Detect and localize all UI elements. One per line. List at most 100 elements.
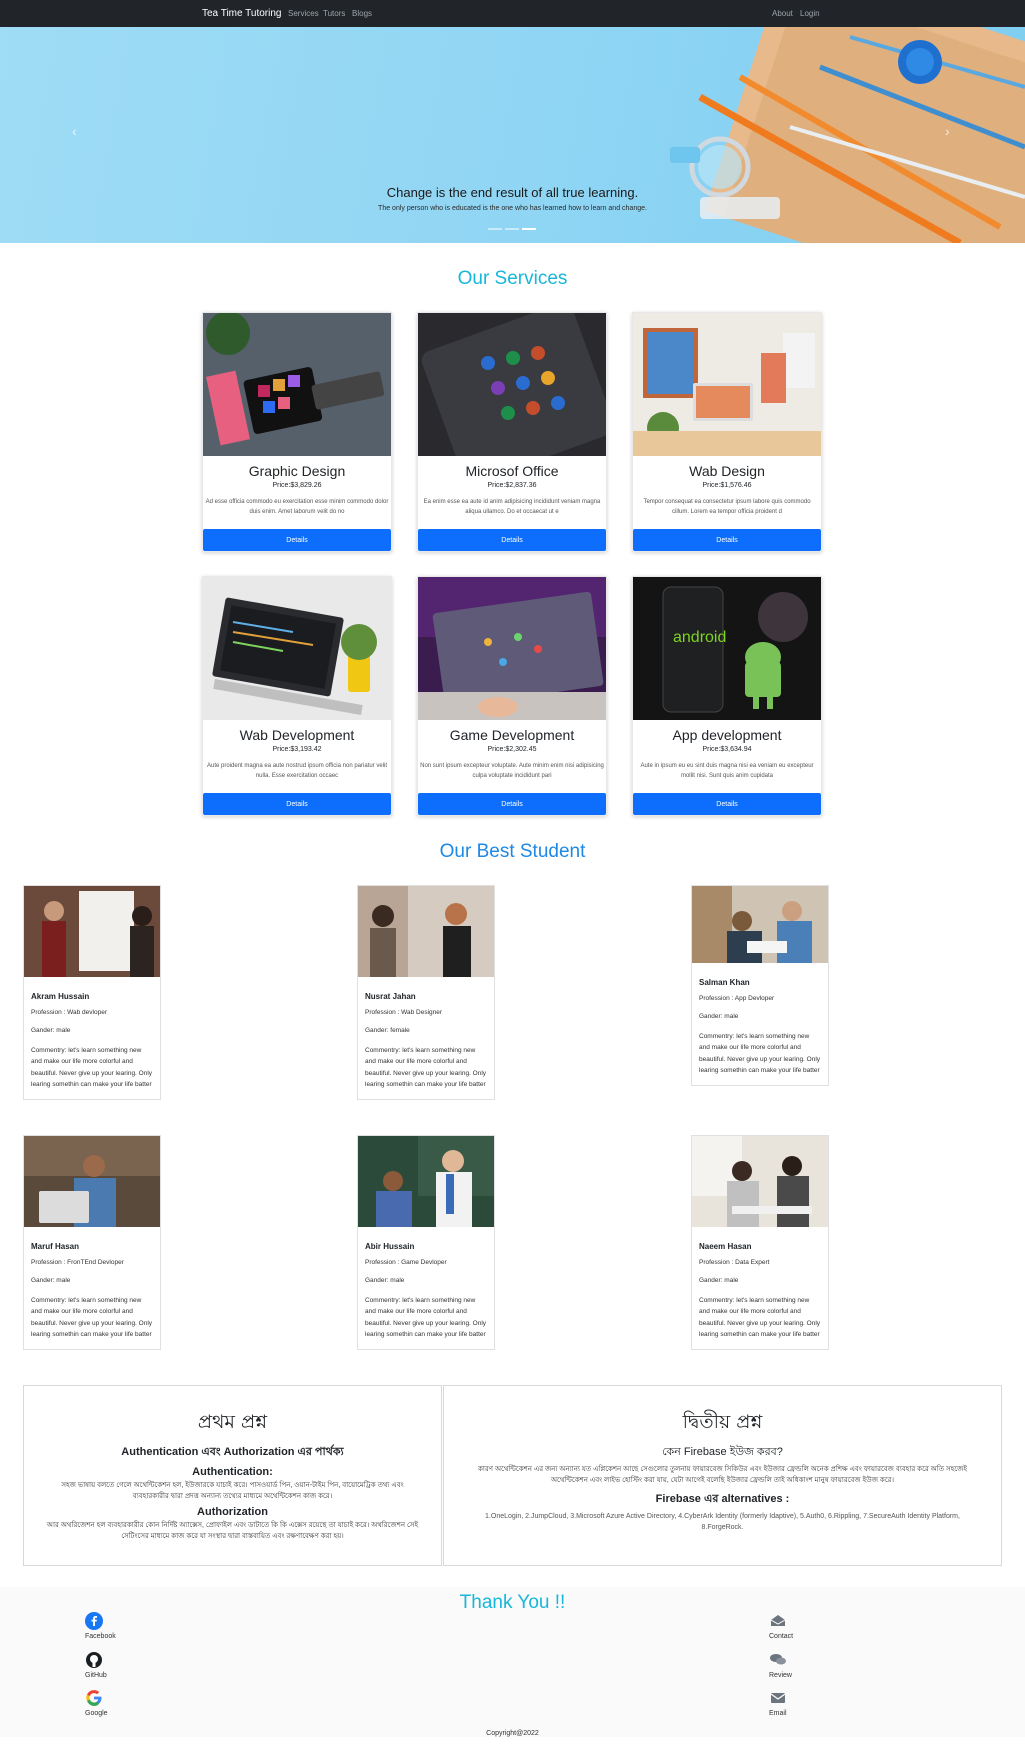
details-button[interactable]: Details [633,793,821,815]
student-photo [24,1136,160,1227]
qa-text: সহজ ভাষায় বলতে গেলে অথেন্টিকেশন হল, ইউজ… [61,1482,404,1500]
nav-link-services[interactable]: Services [288,9,319,18]
student-gender: Gander: male [31,1027,71,1034]
social-label: GitHub [85,1672,107,1679]
brand-link[interactable]: Tea Time Tutoring [202,8,281,19]
student-photo [358,886,494,977]
nav-link-login[interactable]: Login [800,9,820,18]
service-image-microsoft-office [418,302,615,484]
service-card: Wab Design Price:$1,576.46 Tempor conseq… [632,312,822,552]
hero-carousel: ‹ › Change is the end result of all true… [0,27,1025,243]
carousel-next-arrow[interactable]: › [945,123,950,139]
student-name: Maruf Hasan [31,1242,80,1251]
review-icon [770,1654,786,1665]
qa-subheading: Authentication: [192,1466,273,1478]
student-comment: Commentry: let's learn something new and… [699,1297,821,1339]
contact-icon [770,1615,786,1626]
student-photo [358,1136,494,1227]
carousel-indicator-3[interactable] [522,228,536,230]
students-title: Our Best Student [439,841,586,862]
qa-heading: দ্বিতীয় প্রশ্ন [682,1411,763,1433]
student-name: Abir Hussain [365,1242,415,1251]
student-name: Salman Khan [699,978,750,987]
service-card: Graphic Design Price:$3,829.26 Ad esse o… [202,311,392,552]
details-button[interactable]: Details [418,793,606,815]
service-description: Aute in ipsum eu eu sint duis magna nisi… [640,763,814,779]
service-name: Wab Development [239,727,355,743]
service-image-web-design [633,313,821,456]
footer-link-label: Contact [769,1633,794,1640]
service-image-web-development [203,577,391,720]
service-card: Microsof Office Price:$2,837.36 Ea enim … [417,302,615,552]
service-card: Game Development Price:$2,302.45 Non sun… [417,576,607,816]
footer-link-label: Review [769,1672,792,1679]
service-card: android App development Price:$3,634.94 … [632,576,822,816]
service-description: Aute proident magna ea aute nostrud ipsu… [207,763,387,779]
footer-link-email[interactable]: Email [769,1689,787,1717]
footer-link-contact[interactable]: Contact [769,1612,793,1640]
student-name: Nusrat Jahan [365,992,416,1001]
services-title: Our Services [457,268,568,289]
student-gender: Gander: male [365,1277,405,1284]
student-comment: Commentry: let's learn something new and… [365,1047,487,1089]
google-icon [86,1690,102,1706]
hero-title: Change is the end result of all true lea… [386,185,639,200]
service-description: Tempor consequat ea consectetur ipsum la… [643,499,811,515]
student-comment: Commentry: let's learn something new and… [365,1297,487,1339]
svg-text:android: android [673,629,726,646]
student-comment: Commentry: let's learn something new and… [31,1047,153,1089]
nav-link-blogs[interactable]: Blogs [352,9,372,18]
qa-card-second: দ্বিতীয় প্রশ্ন কেন Firebase ইউজ করব? কা… [443,1385,1002,1566]
carousel-prev-arrow[interactable]: ‹ [72,123,77,139]
student-gender: Gander: female [365,1027,410,1034]
service-price: Price:$1,576.46 [702,482,752,489]
service-name: Game Development [449,727,575,743]
details-button[interactable]: Details [633,529,821,551]
qa-subheading: Firebase এর alternatives : [655,1493,790,1505]
service-price: Price:$2,837.36 [487,482,537,489]
student-gender: Gander: male [699,1013,739,1020]
details-button[interactable]: Details [203,793,391,815]
student-card: Naeem Hasan Profession : Data Expert Gan… [691,1135,829,1350]
student-card: Nusrat Jahan Profession : Wab Designer G… [357,885,495,1100]
hero-subtitle: The only person who is educated is the o… [378,205,647,212]
service-price: Price:$3,829.26 [272,482,322,489]
carousel-indicator-1[interactable] [488,228,502,230]
student-gender: Gander: male [699,1277,739,1284]
qa-text: 1.OneLogin, 2.JumpCloud, 3.Microsoft Azu… [485,1513,960,1531]
details-button[interactable]: Details [203,529,391,551]
details-button[interactable]: Details [418,529,606,551]
student-profession: Profession : Game Devloper [365,1259,447,1266]
qa-card-first: প্রথম প্রশ্ন Authentication এবং Authoriz… [23,1385,442,1566]
student-name: Naeem Hasan [699,1242,752,1251]
service-name: Microsof Office [465,463,559,479]
service-name: App development [672,727,782,743]
student-card: Akram Hussain Profession : Wab devloper … [23,885,161,1100]
footer-link-review[interactable]: Review [769,1651,792,1679]
qa-heading: প্রথম প্রশ্ন [197,1411,268,1433]
facebook-icon [85,1612,103,1630]
service-name: Wab Design [689,463,765,479]
social-link-github[interactable]: GitHub [85,1651,107,1679]
social-label: Google [85,1710,108,1717]
student-comment: Commentry: let's learn something new and… [699,1033,821,1075]
service-price: Price:$3,193.42 [272,746,322,753]
qa-question: Authentication এবং Authorization এর পার্… [121,1446,344,1458]
service-description: Ea enim esse ea aute id anim adipisicing… [423,499,601,515]
student-profession: Profession : Wab devloper [31,1009,107,1016]
nav-link-about[interactable]: About [772,9,793,18]
carousel-indicator-2[interactable] [505,228,519,230]
qa-text: আর অথরিজেশন হল ব্যবহারকারীর কোন নির্দিষ্… [46,1522,419,1540]
navbar: Tea Time Tutoring Services Tutors Blogs … [0,0,1025,27]
email-icon [770,1693,786,1703]
student-card: Maruf Hasan Profession : FronTEnd Devlop… [23,1135,161,1350]
social-link-facebook[interactable]: Facebook [85,1612,116,1640]
nav-link-tutors[interactable]: Tutors [323,9,345,18]
student-photo [692,1136,828,1227]
service-price: Price:$2,302.45 [487,746,537,753]
student-profession: Profession : Wab Designer [365,1009,443,1016]
student-card: Abir Hussain Profession : Game Devloper … [357,1135,495,1350]
github-icon [86,1652,102,1668]
social-link-google[interactable]: Google [85,1689,108,1717]
copyright: Copyright@2022 [486,1730,539,1737]
